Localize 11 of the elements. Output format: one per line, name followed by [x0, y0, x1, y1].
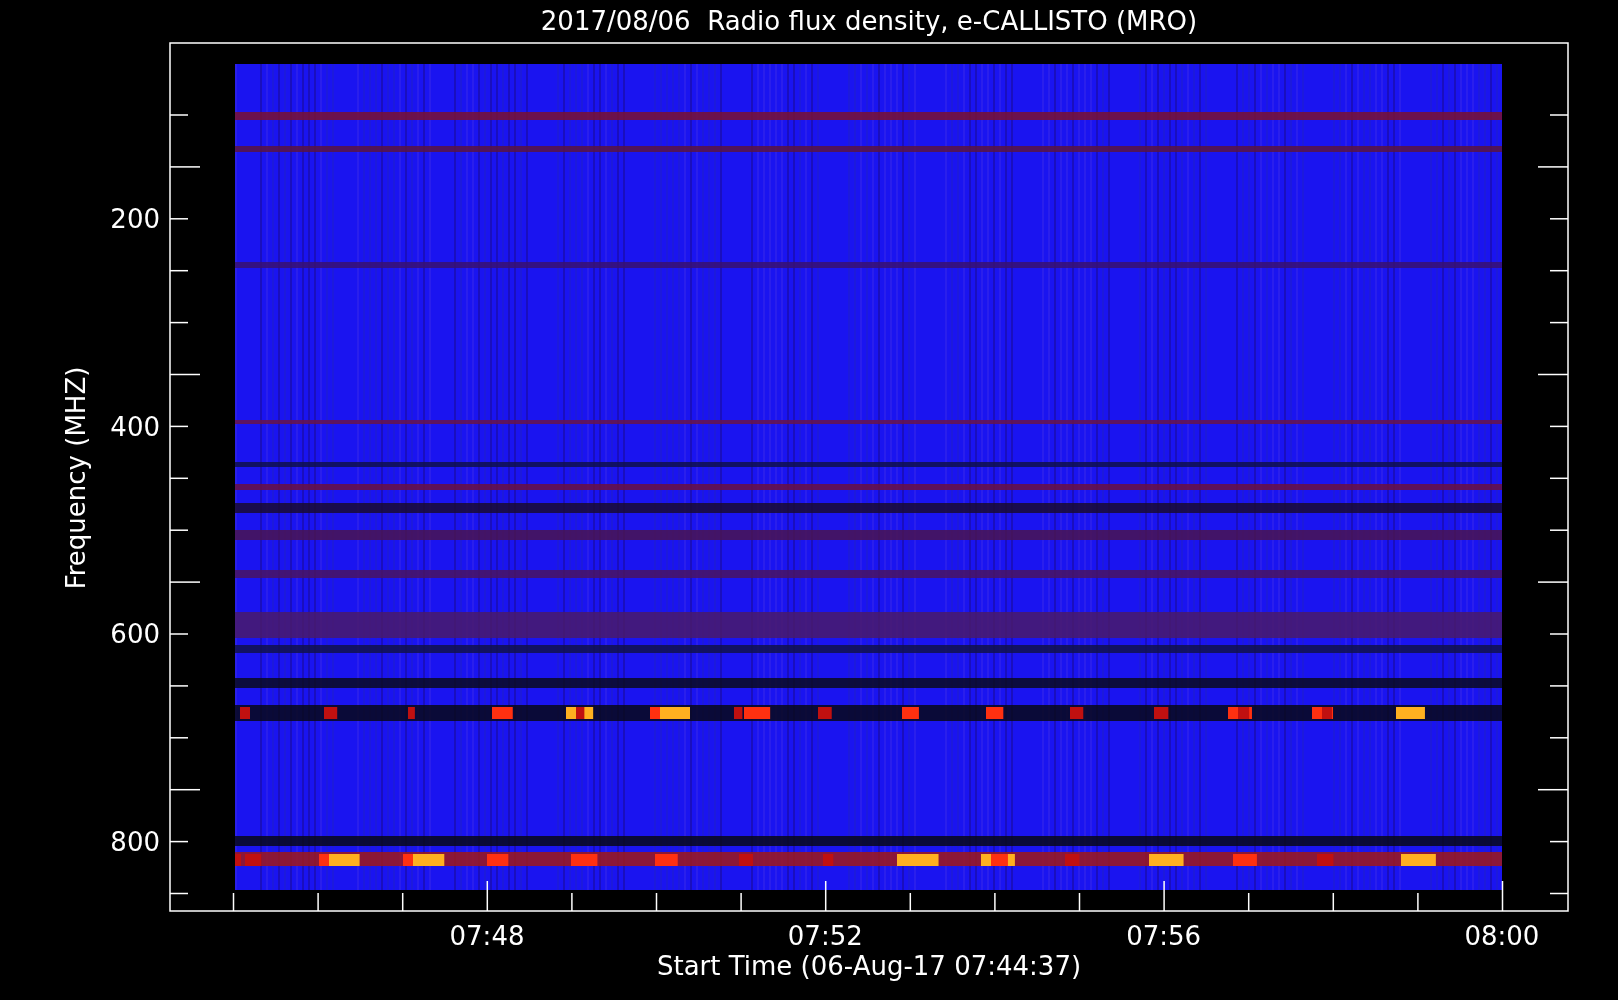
x-axis-label: Start Time (06-Aug-17 07:44:37)	[656, 951, 1082, 981]
y-tick-label: 600	[110, 619, 160, 650]
y-tick-label: 400	[110, 411, 160, 442]
y-tick-label: 200	[110, 204, 160, 234]
x-tick-label: 07:56	[1126, 921, 1202, 951]
y-tick-label: 800	[110, 827, 160, 858]
chart-title: 2017/08/06 Radio flux density, e-CALLISTO (MRO)	[540, 6, 1198, 36]
x-tick-label: 07:48	[449, 921, 525, 951]
y-axis-label: Frequency (MHZ)	[61, 366, 91, 590]
x-tick-label: 07:52	[787, 921, 863, 951]
x-tick-label: 08:00	[1464, 921, 1540, 951]
